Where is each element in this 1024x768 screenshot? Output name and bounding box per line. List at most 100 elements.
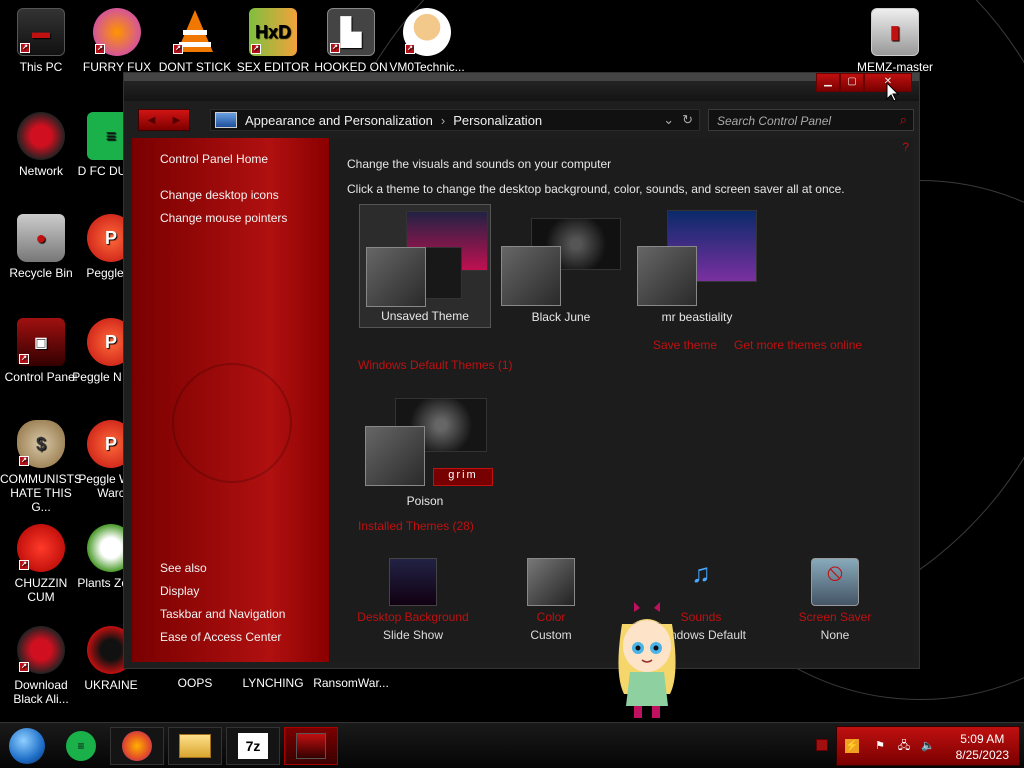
theme-name: Unsaved Theme — [381, 309, 469, 323]
theme-poison[interactable]: grim Poison — [359, 384, 493, 512]
desktop-background-icon — [389, 558, 437, 606]
address-bar[interactable]: Appearance and Personalization › Persona… — [210, 109, 700, 131]
minimize-button[interactable]: ▁ — [816, 73, 840, 92]
link-control-panel-home[interactable]: Control Panel Home — [160, 152, 268, 166]
setting-value: Slide Show — [382, 628, 444, 642]
desktop-icon-hooked-on[interactable]: ▙ ↗ HOOKED ON — [310, 8, 392, 74]
control-panel-icon: ▣ ↗ — [17, 318, 65, 366]
folder-icon: ▮ — [871, 8, 919, 56]
color-swatch — [366, 247, 426, 307]
save-theme-link[interactable]: Save theme — [653, 338, 717, 352]
clock[interactable]: 5:09 AM 8/25/2023 — [956, 731, 1009, 763]
taskbar-control-panel[interactable] — [284, 727, 338, 765]
link-display[interactable]: Display — [160, 584, 199, 598]
grim-logo-badge: grim — [433, 468, 493, 486]
show-hidden-icons[interactable] — [816, 739, 828, 751]
desktop-icon-this-pc[interactable]: ▬ ↗ This PC — [0, 8, 82, 74]
color-setting[interactable]: Color Custom — [491, 558, 611, 642]
setting-label: Desktop Background — [357, 610, 469, 624]
theme-name: Black June — [531, 310, 591, 324]
start-button[interactable] — [2, 727, 52, 765]
see-also-heading: See also — [160, 561, 207, 575]
desktop-icon-furry-fux[interactable]: ↗ FURRY FUX — [76, 8, 158, 74]
search-input[interactable]: Search Control Panel ⌕ — [708, 109, 914, 131]
forward-arrow-icon[interactable]: ▶ — [164, 110, 189, 130]
color-swatch — [365, 426, 425, 486]
maximize-button[interactable]: ▢ — [840, 73, 864, 92]
desktop-background-setting[interactable]: Desktop Background Slide Show — [353, 558, 473, 642]
computer-icon: ▬ ↗ — [17, 8, 65, 56]
desktop-icon-label: LYNCHING — [242, 676, 304, 690]
doctor-icon: ↗ — [403, 8, 451, 56]
breadcrumb-separator-icon: › — [440, 112, 446, 128]
desktop-icon-dont-stick[interactable]: ↗ DONT STICK — [154, 8, 236, 74]
desktop-icon-label: This PC — [19, 60, 63, 74]
taskbar-feed-app[interactable]: ≡ — [54, 727, 108, 765]
help-icon[interactable]: ? — [902, 140, 909, 154]
window-titlebar[interactable]: ▁ ▢ ✕ — [124, 73, 919, 101]
volume-icon[interactable]: 🔈 — [921, 739, 935, 753]
search-icon[interactable]: ⌕ — [900, 112, 907, 128]
setting-value: Custom — [530, 628, 572, 642]
desktop-icon-sex-editor[interactable]: HxD ↗ SEX EDITOR — [232, 8, 314, 74]
link-taskbar-navigation[interactable]: Taskbar and Navigation — [160, 607, 285, 621]
personalization-window: ▁ ▢ ✕ ◀ ▶ Appearance and Personalization… — [123, 72, 920, 669]
desktop-icon-oops[interactable]: OOPS — [154, 676, 236, 690]
desktop-icon-vm0technic[interactable]: ↗ VM0Technic... — [386, 8, 468, 74]
file-explorer-icon — [179, 734, 211, 758]
theme-black-june[interactable]: Black June — [495, 204, 627, 328]
clock-date: 8/25/2023 — [955, 748, 1009, 762]
recycle-bin-icon: ● — [17, 214, 65, 262]
taskbar: ≡ 7z ⚡ ⚑ 🖧 🔈 5:09 AM 8/25/2023 — [0, 722, 1024, 768]
get-more-themes-link[interactable]: Get more themes online — [734, 338, 862, 352]
back-arrow-icon[interactable]: ◀ — [139, 110, 164, 130]
theme-preview: grim — [365, 390, 493, 486]
search-placeholder: Search Control Panel — [717, 114, 832, 128]
installed-themes-heading: Installed Themes (28) — [358, 519, 474, 533]
setting-value: None — [820, 628, 850, 642]
navigation-bar: ◀ ▶ Appearance and Personalization › Per… — [134, 107, 914, 133]
control-panel-icon — [215, 112, 237, 128]
chevron-down-icon[interactable]: ⌄ — [663, 112, 674, 128]
taskbar-7zip[interactable]: 7z — [226, 727, 280, 765]
network-icon[interactable]: 🖧 — [897, 739, 911, 753]
theme-name: mr beastiality — [661, 310, 733, 324]
titlebar-strip — [124, 73, 919, 81]
link-ease-of-access[interactable]: Ease of Access Center — [160, 630, 281, 644]
theme-preview — [501, 210, 621, 306]
desktop: ▬ ↗ This PC ↗ FURRY FUX ↗ DONT STICK HxD ↗… — [0, 0, 1024, 722]
firefox-icon: ↗ — [93, 8, 141, 56]
feed-icon: ≡ — [66, 731, 96, 761]
theme-mr-beastiality[interactable]: mr beastiality — [631, 204, 763, 328]
desktop-icon-label: RansomWar... — [313, 676, 389, 690]
flag-icon[interactable]: ⚑ — [873, 739, 887, 753]
mouse-cursor-icon — [886, 81, 900, 105]
desktop-icon-ransomware[interactable]: RansomWar... — [310, 676, 392, 690]
left-task-pane: Control Panel Home Change desktop icons … — [132, 138, 330, 662]
content-pane: Change the visuals and sounds on your co… — [331, 138, 913, 662]
desktop-icon-lynching[interactable]: LYNCHING — [232, 676, 314, 690]
update-icon[interactable]: ⚡ — [845, 739, 859, 753]
color-swatch-icon — [527, 558, 575, 606]
desktop-icon-label: UKRAINE — [84, 678, 138, 692]
alien-icon: ↗ — [17, 626, 65, 674]
refresh-icon[interactable]: ↻ — [682, 112, 693, 128]
screen-saver-setting[interactable]: ⦸ Screen Saver None — [775, 558, 895, 642]
system-tray: ⚡ ⚑ 🖧 🔈 5:09 AM 8/25/2023 — [836, 726, 1020, 766]
link-change-desktop-icons[interactable]: Change desktop icons — [160, 188, 279, 202]
chuzzle-icon: ↗ — [17, 524, 65, 572]
breadcrumb-personalization[interactable]: Personalization — [453, 113, 542, 128]
theme-unsaved[interactable]: Unsaved Theme — [359, 204, 491, 328]
theme-name: Poison — [406, 494, 444, 508]
hxd-icon: HxD ↗ — [249, 8, 297, 56]
cartoon-mascot — [604, 594, 690, 720]
taskbar-file-explorer[interactable] — [168, 727, 222, 765]
link-change-mouse-pointers[interactable]: Change mouse pointers — [160, 211, 287, 225]
breadcrumb-appearance[interactable]: Appearance and Personalization — [245, 113, 433, 128]
taskbar-firefox[interactable] — [110, 727, 164, 765]
desktop-icon-memz-master[interactable]: ▮ MEMZ-master — [854, 8, 936, 74]
firefox-icon — [122, 731, 152, 761]
setting-label: Screen Saver — [798, 610, 872, 624]
back-forward-buttons: ◀ ▶ — [138, 109, 190, 131]
money-bag-icon: $ ↗ — [17, 420, 65, 468]
